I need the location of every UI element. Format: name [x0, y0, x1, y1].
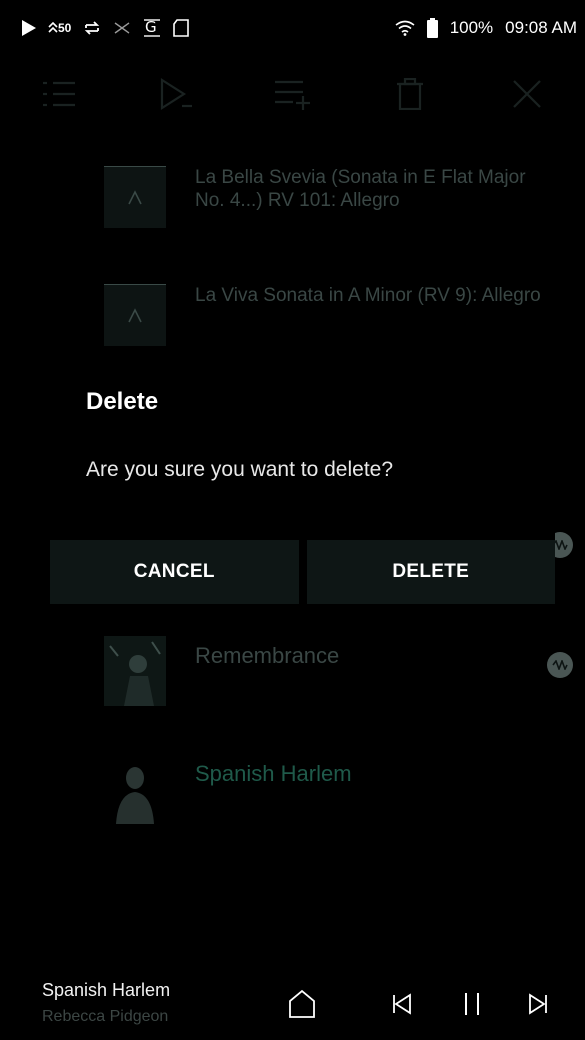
dialog-buttons: CANCEL DELETE [50, 540, 555, 604]
dialog-message: Are you sure you want to delete? [86, 458, 394, 481]
hi-res-icon: 50 [48, 21, 71, 35]
screen: 50 G 100% 09:08 AM La Bella Svevia (Sona… [0, 0, 585, 1040]
list-icon[interactable] [29, 69, 89, 119]
track-title: La Viva Sonata in A Minor (RV 9): Allegr… [195, 285, 541, 306]
now-playing-artist: Rebecca Pidgeon [42, 1008, 169, 1025]
wifi-icon [395, 20, 415, 36]
close-icon[interactable] [497, 69, 557, 119]
delete-icon[interactable] [380, 69, 440, 119]
battery-percent: 100% [449, 18, 494, 37]
pause-icon[interactable] [452, 984, 492, 1024]
list-item[interactable]: Spanish Harlem [0, 752, 585, 832]
previous-track-icon[interactable] [382, 984, 422, 1024]
home-icon[interactable] [282, 984, 322, 1024]
delete-button[interactable]: DELETE [306, 540, 555, 604]
next-track-icon[interactable] [518, 984, 558, 1024]
album-art [104, 756, 166, 824]
delete-dialog: Delete Are you sure you want to delete? … [50, 358, 555, 614]
shuffle-icon [113, 20, 131, 36]
track-title: Remembrance [195, 643, 340, 668]
svg-text:G: G [145, 19, 157, 36]
album-art [104, 636, 166, 706]
selection-toolbar [0, 66, 585, 122]
repeat-icon [83, 20, 101, 36]
add-to-playlist-icon[interactable] [263, 69, 323, 119]
clock: 09:08 AM [505, 18, 577, 37]
list-item[interactable]: La Viva Sonata in A Minor (RV 9): Allegr… [0, 278, 585, 358]
track-title: Spanish Harlem [195, 761, 352, 786]
status-bar: 50 G 100% 09:08 AM [0, 0, 585, 56]
sd-card-icon [173, 19, 190, 37]
status-right: 100% 09:08 AM [395, 18, 577, 38]
gapless-icon: G [143, 19, 161, 37]
track-title: La Bella Svevia (Sonata in E Flat Major … [195, 167, 526, 211]
list-item[interactable]: La Bella Svevia (Sonata in E Flat Major … [0, 160, 585, 240]
album-placeholder-icon [104, 166, 166, 228]
signal-label: 50 [58, 21, 72, 35]
play-icon [22, 20, 36, 36]
now-playing-title: Spanish Harlem [42, 980, 171, 1000]
list-item[interactable]: Remembrance [0, 632, 585, 712]
mini-player[interactable]: Spanish Harlem Rebecca Pidgeon [0, 968, 585, 1040]
status-left: 50 G [22, 19, 190, 37]
play-next-icon[interactable] [146, 69, 206, 119]
dialog-title: Delete [86, 388, 159, 415]
cancel-button[interactable]: CANCEL [50, 540, 299, 604]
album-placeholder-icon [104, 284, 166, 346]
battery-icon [426, 18, 438, 38]
hi-res-badge-icon [547, 652, 573, 678]
